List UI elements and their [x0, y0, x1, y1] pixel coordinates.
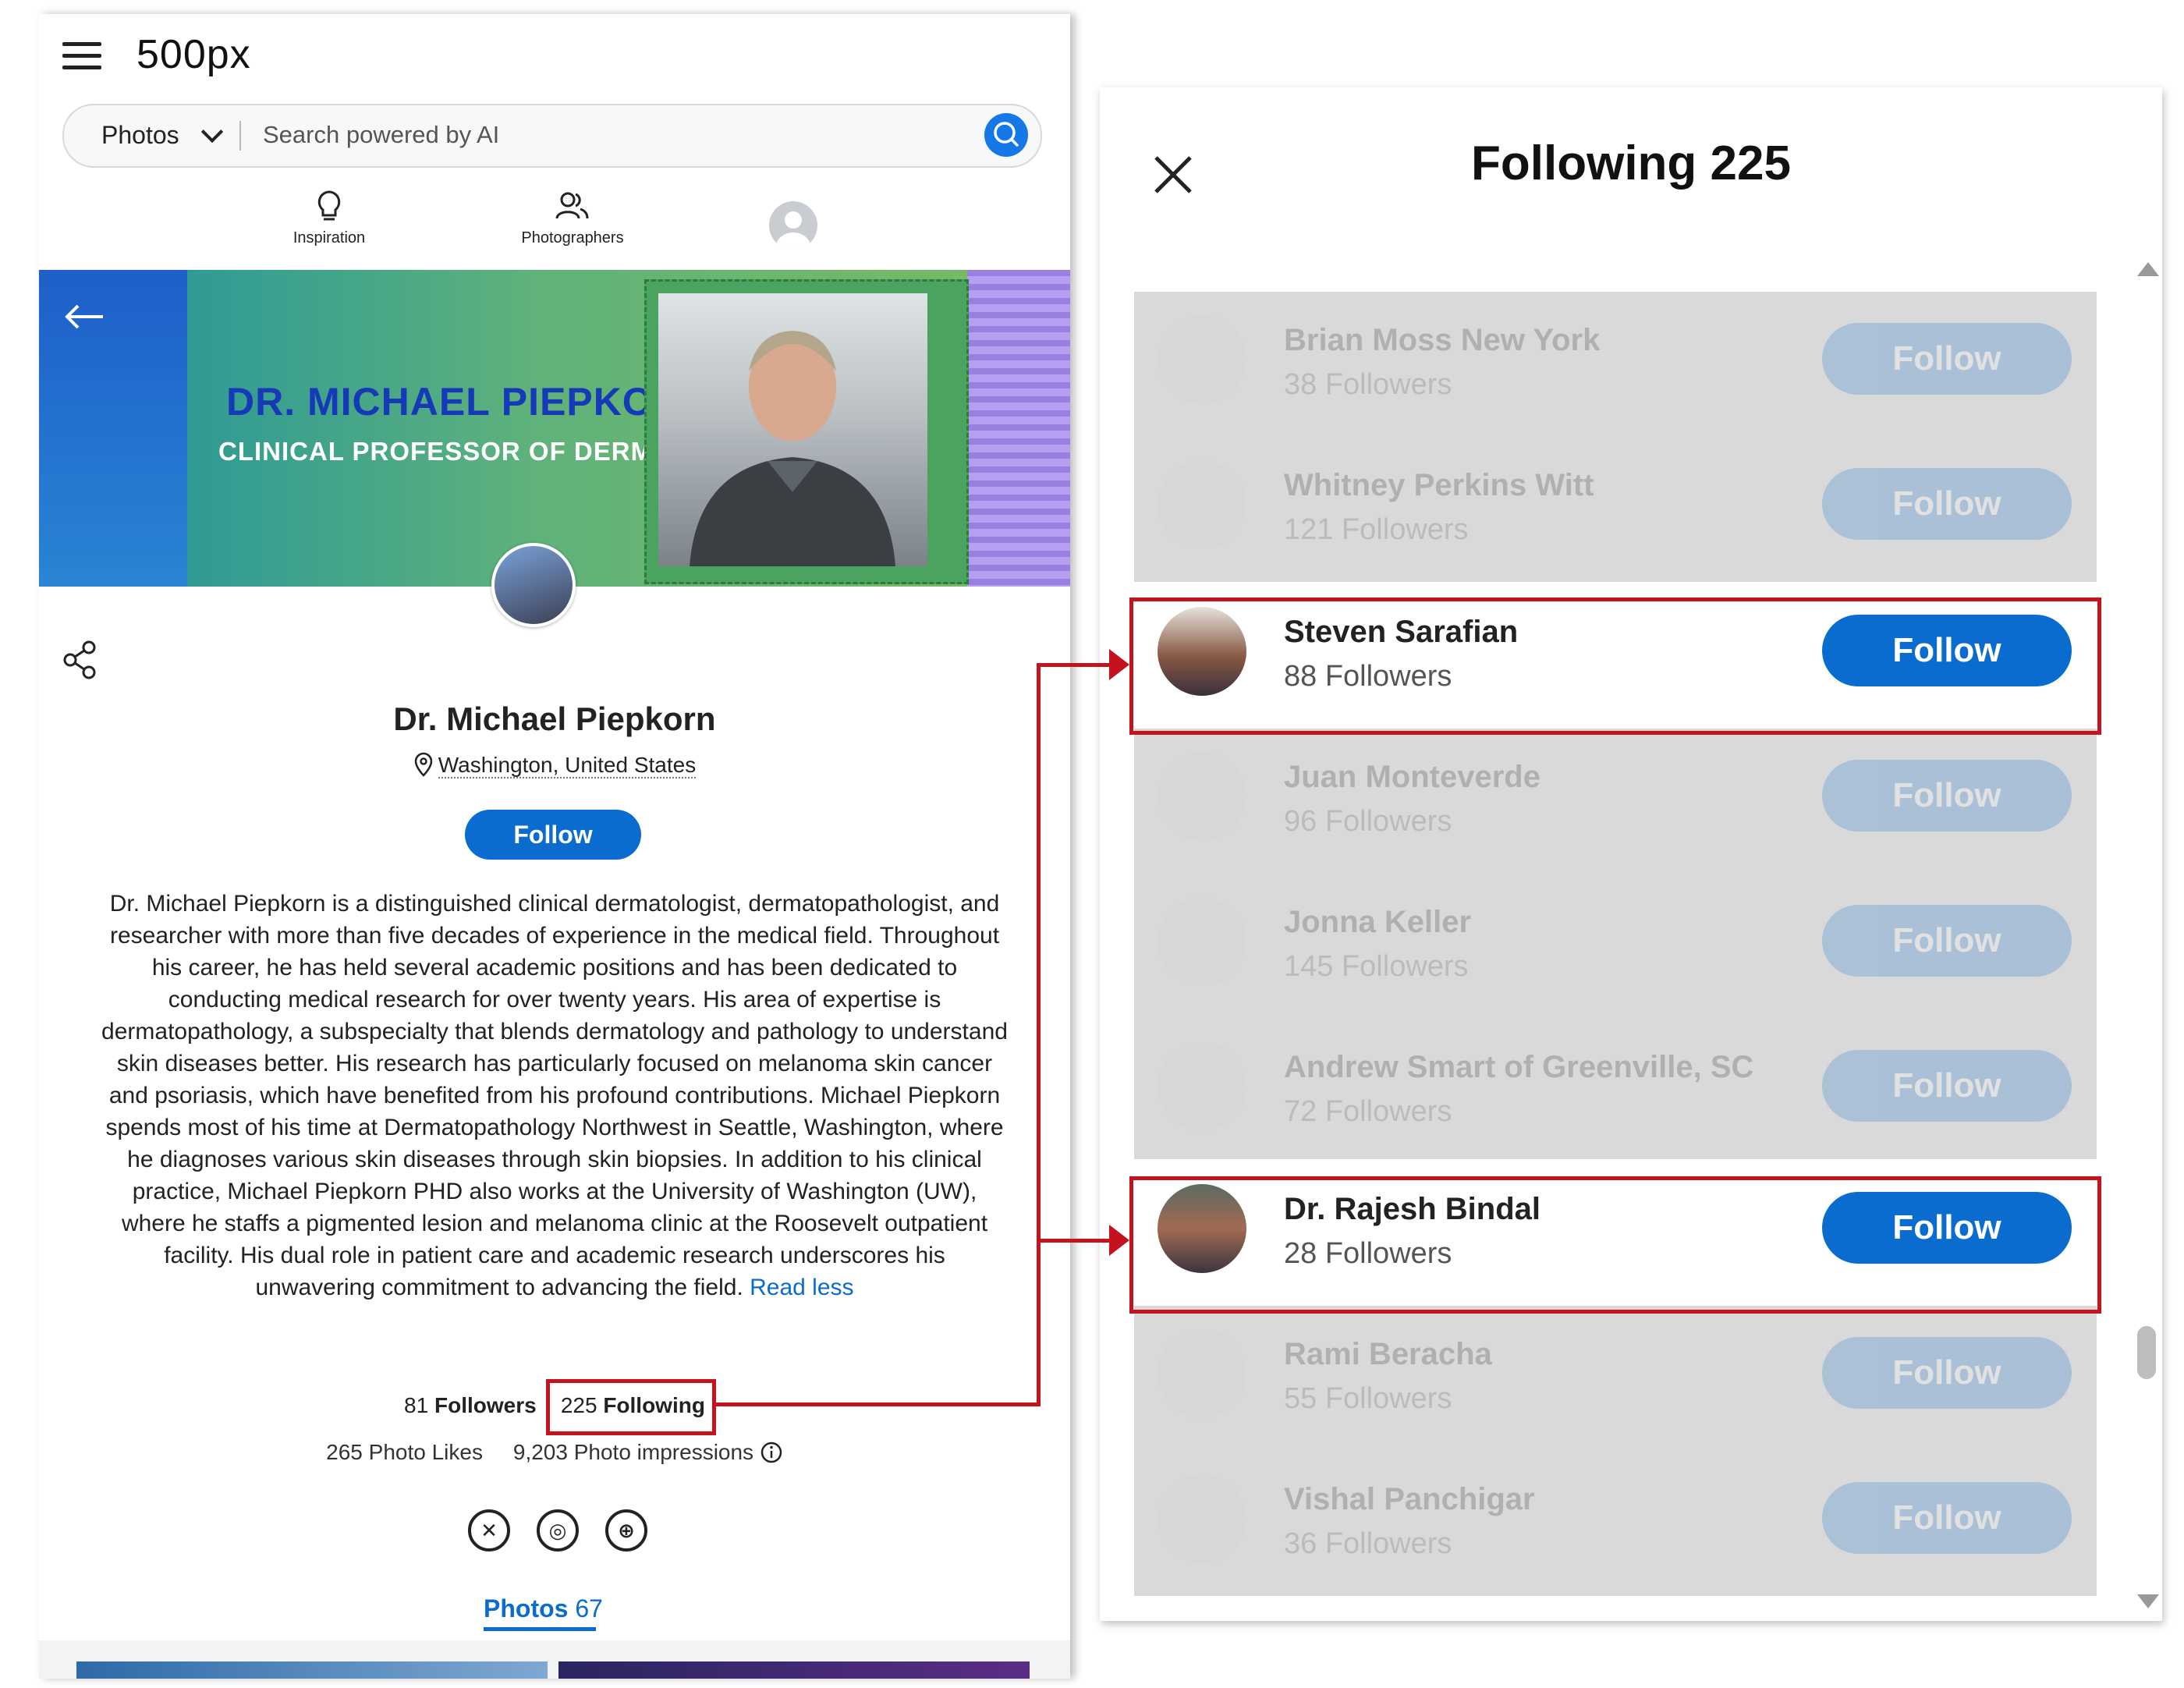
follow-button[interactable]: Follow [1822, 468, 2072, 540]
dialog-title: Following 225 [1471, 137, 1791, 190]
user-name[interactable]: Jonna Keller [1284, 905, 1471, 940]
followers-label: Followers [434, 1393, 537, 1417]
nav-inspiration[interactable]: Inspiration [282, 189, 376, 247]
list-item[interactable]: Brian Moss New York 38 Followers Follow [1134, 292, 2097, 437]
scroll-up-arrow[interactable] [2137, 262, 2159, 276]
user-avatar[interactable] [1158, 897, 1246, 986]
user-name[interactable]: Juan Monteverde [1284, 760, 1540, 795]
user-avatar[interactable] [769, 201, 817, 250]
lightbulb-icon [317, 190, 341, 221]
list-item[interactable]: Andrew Smart of Greenville, SC 72 Follow… [1134, 1019, 2097, 1164]
people-icon [555, 192, 589, 219]
photo-thumbnail[interactable] [558, 1661, 1030, 1679]
nav-photographers[interactable]: Photographers [510, 189, 635, 247]
banner-name: DR. MICHAEL PIEPKORN [226, 380, 711, 424]
profile-name: Dr. Michael Piepkorn [393, 700, 716, 737]
info-icon[interactable] [760, 1441, 783, 1464]
photo-likes: 265 Photo Likes [326, 1440, 483, 1464]
share-icon[interactable] [62, 640, 98, 680]
profile-avatar[interactable] [491, 543, 576, 627]
social-links: ✕ ◎ ⊕ [468, 1509, 674, 1551]
user-name[interactable]: Whitney Perkins Witt [1284, 468, 1594, 503]
globe-icon[interactable]: ⊕ [605, 1509, 647, 1551]
follow-button[interactable]: Follow [1822, 1482, 2072, 1554]
user-name[interactable]: Vishal Panchigar [1284, 1482, 1535, 1517]
user-followers: 72 Followers [1284, 1095, 1452, 1128]
user-followers: 38 Followers [1284, 368, 1452, 401]
user-icon [776, 211, 810, 250]
scrollbar-thumb[interactable] [2137, 1326, 2156, 1379]
list-item[interactable]: Juan Monteverde 96 Followers Follow [1134, 729, 2097, 874]
photo-stats: 265 Photo Likes 9,203 Photo impressions [39, 1440, 1070, 1465]
instagram-icon[interactable]: ◎ [537, 1509, 579, 1551]
menu-icon[interactable] [62, 42, 101, 70]
search-divider [239, 121, 241, 151]
user-followers: 121 Followers [1284, 513, 1469, 546]
nav-photographers-label: Photographers [521, 229, 624, 246]
back-arrow-icon[interactable] [62, 301, 106, 332]
chevron-down-icon[interactable] [200, 120, 224, 144]
user-followers: 36 Followers [1284, 1527, 1452, 1560]
search-category[interactable]: Photos [101, 121, 179, 150]
read-less-link[interactable]: Read less [750, 1275, 853, 1300]
tab-photos[interactable]: Photos 67 [484, 1594, 603, 1623]
follow-button[interactable]: Follow [1822, 760, 2072, 832]
banner-portrait-photo [658, 293, 927, 566]
search-icon [994, 122, 1019, 147]
user-name[interactable]: Brian Moss New York [1284, 323, 1600, 358]
user-followers: 55 Followers [1284, 1382, 1452, 1415]
followers-count: 81 [404, 1393, 429, 1417]
banner-purple-strip [967, 270, 1070, 587]
list-item[interactable]: Vishal Panchigar 36 Followers Follow [1134, 1451, 2097, 1596]
banner-blue-strip [39, 270, 187, 587]
logo-text: 500px [136, 32, 251, 77]
highlight-box-rajesh [1129, 1176, 2101, 1314]
list-item[interactable]: Rami Beracha 55 Followers Follow [1134, 1306, 2097, 1451]
nav-inspiration-label: Inspiration [292, 229, 366, 246]
search-input[interactable]: Search powered by AI [263, 121, 499, 149]
profile-banner: DR. MICHAEL PIEPKORN CLINICAL PROFESSOR … [39, 270, 1070, 587]
user-avatar[interactable] [1158, 460, 1246, 549]
bio-text: Dr. Michael Piepkorn is a distinguished … [101, 891, 1008, 1300]
location-pin-icon [414, 752, 433, 777]
followers-stat[interactable]: 81 Followers [404, 1393, 537, 1417]
profile-location[interactable]: Washington, United States [39, 752, 1070, 778]
highlight-box-steven [1129, 598, 2101, 735]
logo[interactable]: 500px [136, 31, 251, 78]
user-avatar[interactable] [1158, 315, 1246, 404]
profile-location-text: Washington, United States [438, 753, 697, 778]
following-list: Brian Moss New York 38 Followers Follow … [1134, 292, 2097, 1602]
photo-thumbnail[interactable] [76, 1661, 548, 1679]
following-dialog: Following 225 Brian Moss New York 38 Fol… [1100, 87, 2162, 1621]
follow-button[interactable]: Follow [1822, 323, 2072, 395]
tab-underline [484, 1627, 596, 1631]
search-bar[interactable]: Photos Search powered by AI [62, 104, 1042, 168]
list-item[interactable]: Jonna Keller 145 Followers Follow [1134, 874, 2097, 1019]
tab-photos-count: 67 [575, 1594, 603, 1622]
user-followers: 145 Followers [1284, 950, 1469, 983]
user-name[interactable]: Rami Beracha [1284, 1337, 1492, 1372]
profile-bio: Dr. Michael Piepkorn is a distinguished … [101, 888, 1008, 1303]
following-highlight-box [546, 1379, 716, 1435]
follow-button[interactable]: Follow [1822, 905, 2072, 977]
list-item[interactable]: Whitney Perkins Witt 121 Followers Follo… [1134, 437, 2097, 582]
tab-photos-label: Photos [484, 1594, 569, 1622]
user-followers: 96 Followers [1284, 805, 1452, 838]
photo-impressions: 9,203 Photo impressions [512, 1440, 754, 1464]
follow-button[interactable]: Follow [1822, 1337, 2072, 1409]
search-button[interactable] [984, 113, 1028, 157]
profile-follow-button[interactable]: Follow [465, 810, 641, 860]
user-avatar[interactable] [1158, 1474, 1246, 1563]
user-name[interactable]: Andrew Smart of Greenville, SC [1284, 1050, 1753, 1085]
user-avatar[interactable] [1158, 752, 1246, 841]
user-avatar[interactable] [1158, 1042, 1246, 1131]
scroll-down-arrow[interactable] [2137, 1594, 2159, 1608]
x-twitter-icon[interactable]: ✕ [468, 1509, 510, 1551]
user-avatar[interactable] [1158, 1329, 1246, 1418]
follow-button[interactable]: Follow [1822, 1050, 2072, 1122]
